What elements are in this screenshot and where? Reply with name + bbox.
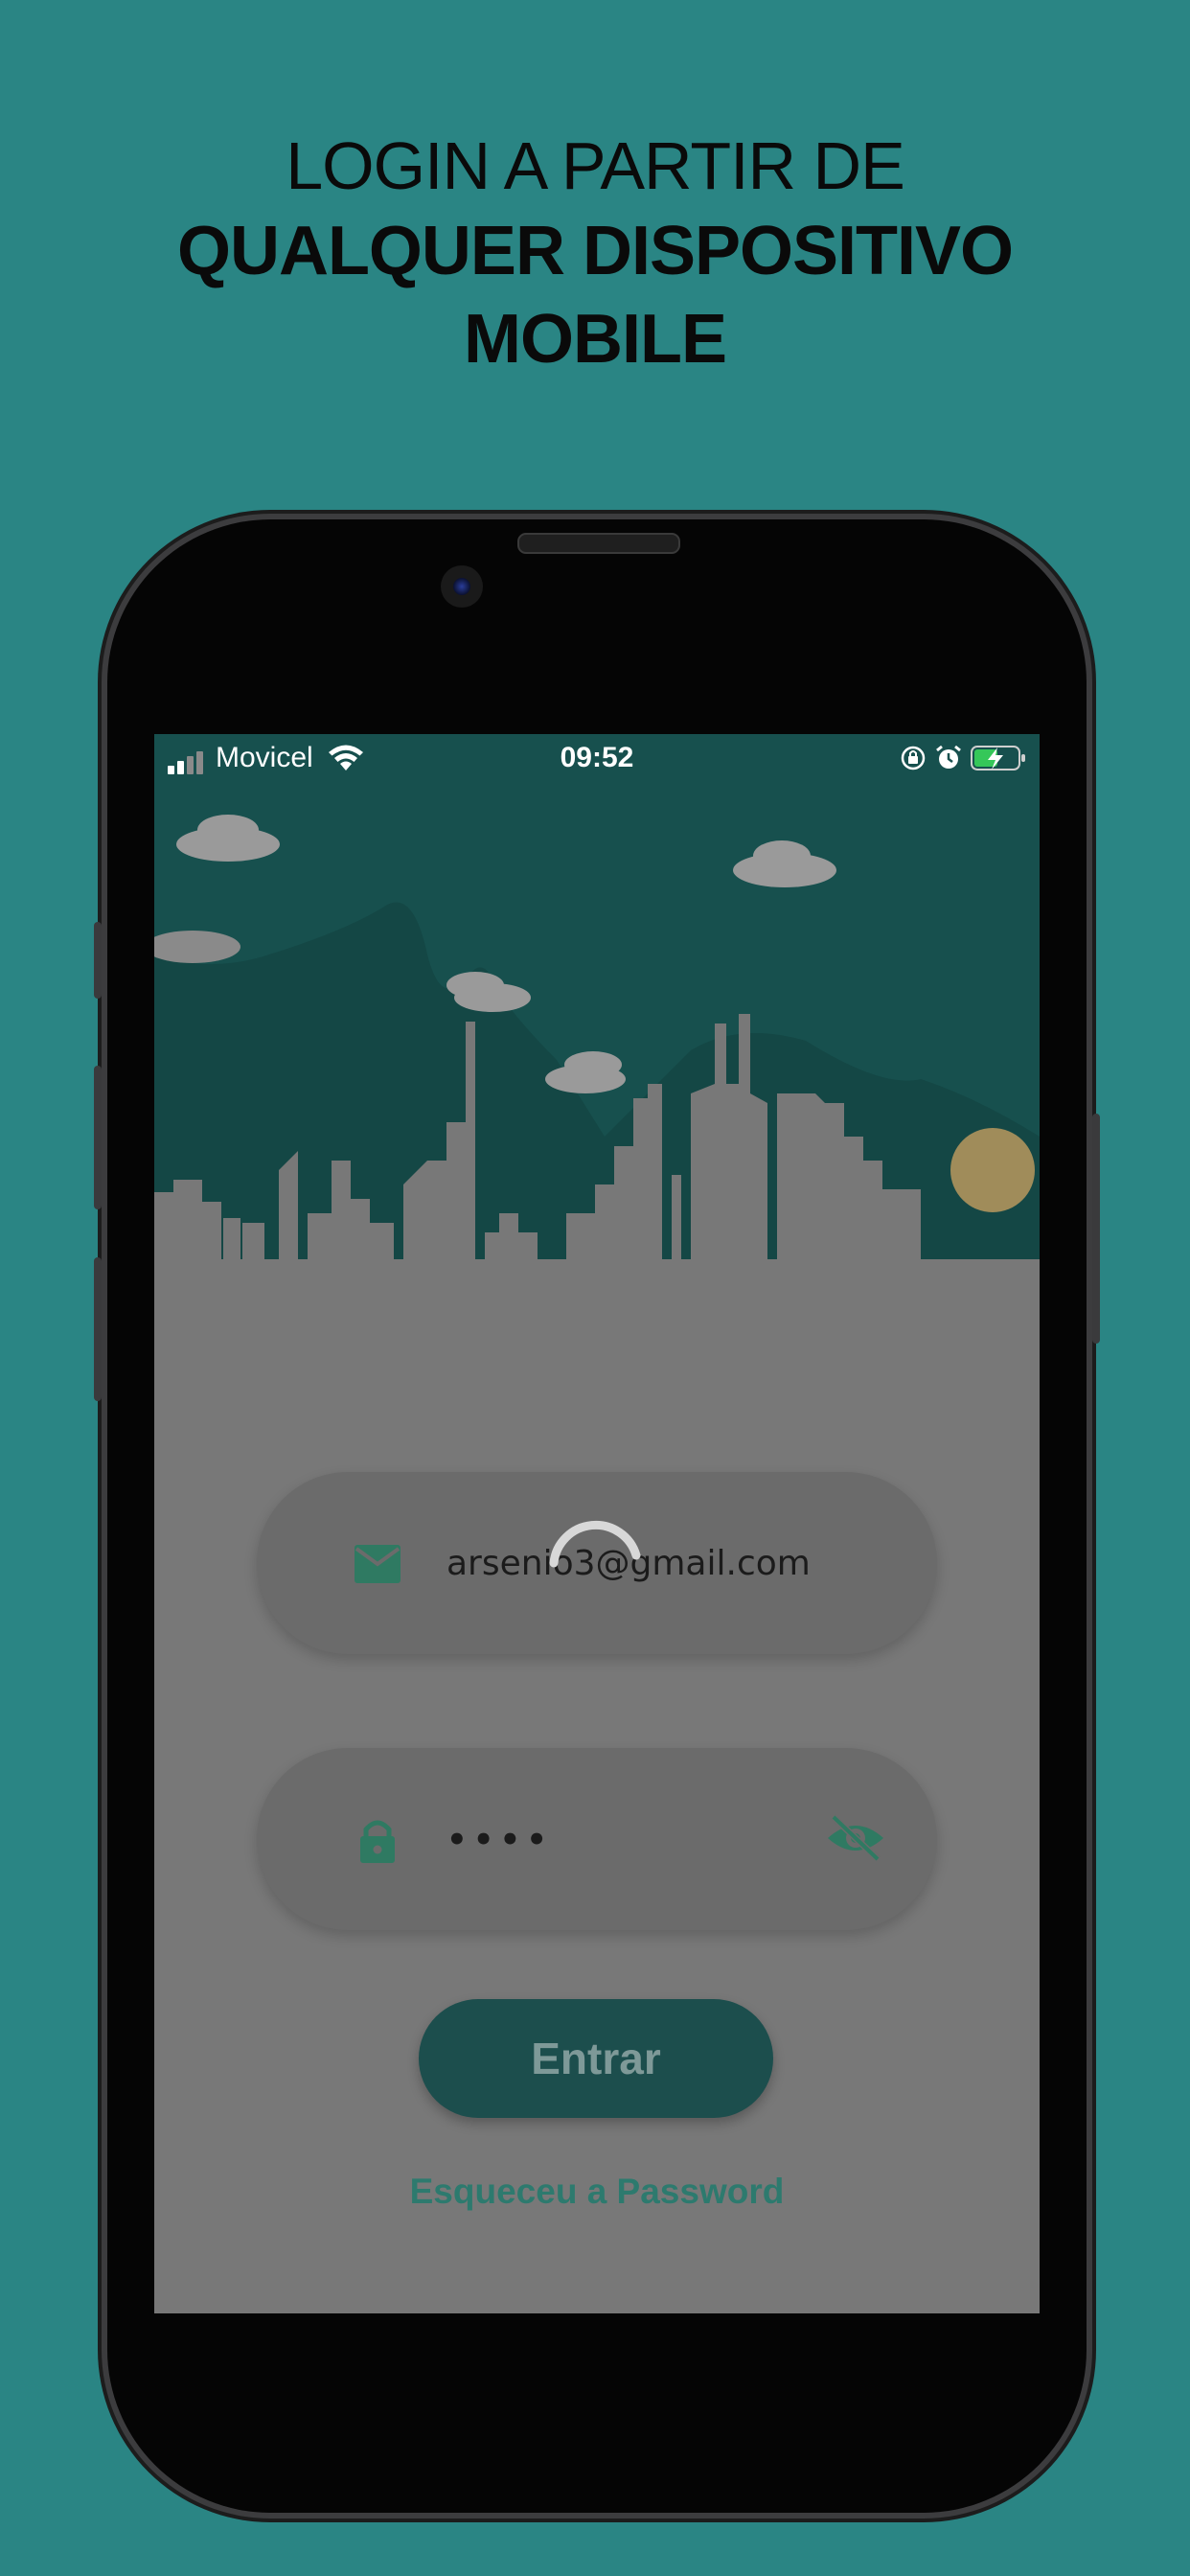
app-screen: Movicel 09:52 arsenio3@gmail.com •••• En…: [154, 734, 1040, 2313]
login-button[interactable]: Entrar: [419, 1999, 773, 2118]
mail-icon: [355, 1545, 400, 1583]
front-camera: [441, 565, 483, 608]
phone-mute-switch: [94, 922, 102, 999]
forgot-password-link[interactable]: Esqueceu a Password: [154, 2172, 1040, 2212]
password-field[interactable]: ••••: [257, 1748, 937, 1930]
headline-line-3: MOBILE: [464, 301, 727, 378]
headline-line-1: LOGIN A PARTIR DE: [286, 128, 905, 203]
phone-volume-up: [94, 1066, 102, 1209]
headline-line-2: QUALQUER DISPOSITIVO: [176, 213, 1014, 289]
status-icons: [900, 744, 1028, 772]
password-input[interactable]: ••••: [446, 1815, 553, 1865]
lock-icon: [360, 1820, 395, 1863]
phone-volume-down: [94, 1257, 102, 1401]
login-form: arsenio3@gmail.com •••• Entrar Esqueceu …: [154, 734, 1040, 2313]
phone-speaker: [517, 533, 680, 554]
phone-frame: Movicel 09:52 arsenio3@gmail.com •••• En…: [94, 519, 1100, 2513]
phone-power-button: [1092, 1114, 1100, 1344]
loading-spinner: [549, 1520, 641, 1568]
status-bar: Movicel 09:52: [154, 734, 1040, 784]
orientation-lock-icon: [901, 746, 926, 770]
alarm-icon: [936, 745, 961, 769]
battery-charging-icon: [971, 746, 1025, 770]
eye-off-icon[interactable]: [826, 1811, 885, 1865]
promo-headline: LOGIN A PARTIR DE QUALQUER DISPOSITIVO M…: [0, 125, 1190, 383]
